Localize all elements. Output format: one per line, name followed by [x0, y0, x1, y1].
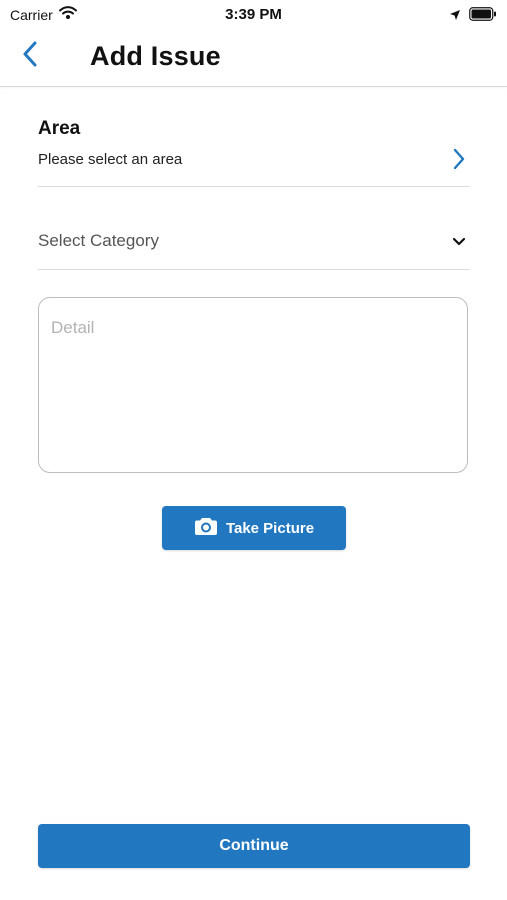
take-picture-button[interactable]: Take Picture	[162, 506, 346, 550]
navigation-bar: Add Issue	[0, 30, 507, 87]
area-selector[interactable]: Area Please select an area	[38, 116, 470, 187]
category-dropdown[interactable]: Select Category	[38, 212, 470, 270]
continue-button[interactable]: Continue	[38, 824, 470, 868]
category-placeholder: Select Category	[38, 231, 159, 250]
area-value: Please select an area	[38, 151, 183, 168]
status-time: 3:39 PM	[225, 6, 282, 23]
page-title: Add Issue	[90, 41, 221, 71]
area-heading: Area	[38, 118, 81, 139]
detail-input[interactable]	[39, 298, 467, 472]
chevron-left-icon	[22, 41, 38, 72]
take-picture-label: Take Picture	[225, 519, 315, 537]
chevron-right-icon	[452, 148, 466, 175]
continue-label: Continue	[219, 837, 289, 854]
location-arrow-icon	[449, 8, 461, 26]
camera-icon	[194, 516, 218, 541]
status-right	[449, 7, 497, 26]
status-bar: Carrier 3:39 PM	[0, 0, 507, 30]
back-button[interactable]	[16, 41, 44, 72]
chevron-down-icon	[452, 234, 466, 252]
detail-box	[38, 297, 468, 473]
battery-icon	[469, 7, 497, 26]
